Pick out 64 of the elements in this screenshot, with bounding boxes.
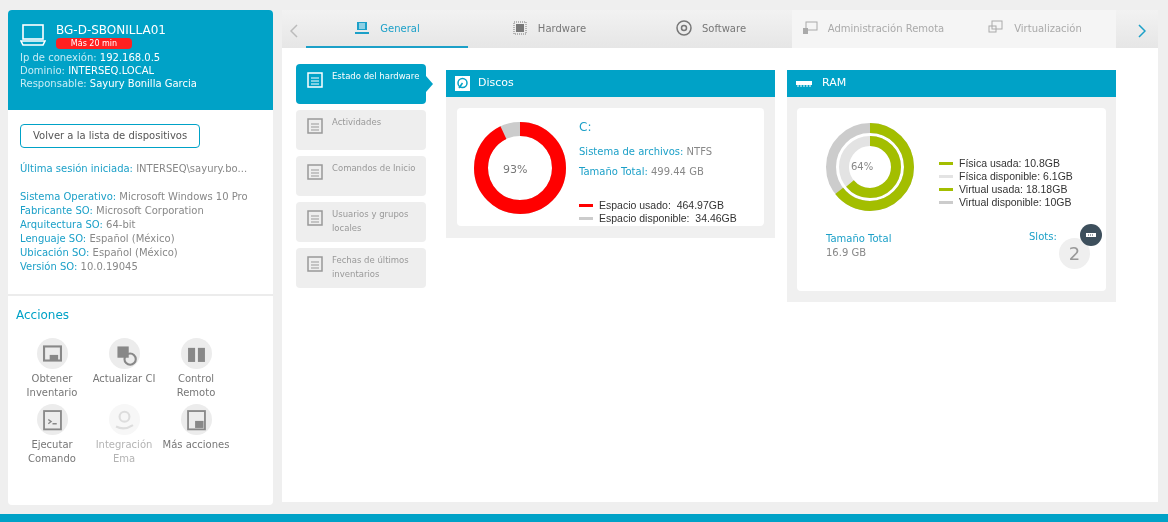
action-icon[interactable] — [36, 337, 68, 369]
ram-percent: 64% — [851, 160, 874, 174]
memory-module-icon — [796, 80, 812, 87]
disk-percent: 93% — [503, 162, 528, 178]
side-menu-item[interactable]: Actividades — [296, 110, 426, 150]
ram-title: RAM — [822, 75, 847, 92]
tab-icon — [511, 20, 528, 36]
tab-icon — [354, 20, 371, 36]
menu-icon — [306, 255, 324, 273]
os-info-line: Sistema Operativo: Microsoft Windows 10 Pro — [20, 189, 249, 204]
drive-letter: C: — [579, 119, 593, 136]
side-menu-item[interactable]: Estado del hardware — [296, 64, 426, 104]
tab-icon — [988, 20, 1005, 36]
action-icon[interactable] — [108, 337, 140, 369]
action-label[interactable]: Obtener Inventario — [18, 371, 86, 400]
menu-icon — [306, 209, 324, 227]
legend-text: Virtual usada: 18.18GB — [959, 183, 1068, 196]
os-info-line: Arquitectura SO: 64-bit — [20, 217, 137, 232]
action-label[interactable]: Más acciones — [162, 437, 230, 452]
menu-icon — [306, 117, 324, 135]
tab-icon — [801, 20, 818, 36]
tab[interactable]: Software — [630, 10, 792, 48]
side-menu-item[interactable]: Fechas de últimos inventarios — [296, 248, 426, 288]
side-menu-item[interactable]: Usuarios y grupos locales — [296, 202, 426, 242]
disk-info-line: Sistema de archivos: NTFS — [579, 145, 714, 159]
device-info-line: Responsable: Sayury Bonilla Garcia — [20, 77, 198, 90]
hard-disk-icon — [455, 76, 470, 91]
actions-title: Acciones — [16, 306, 71, 324]
legend-text: Virtual disponible: 10GB — [959, 196, 1072, 209]
total-size-label: Tamaño Total — [826, 232, 892, 246]
action-icon[interactable] — [36, 403, 68, 435]
action-label[interactable]: Ejecutar Comando — [18, 437, 86, 466]
chevron-right-icon[interactable] — [1138, 24, 1146, 38]
device-info-line: Ip de conexión: 192.168.0.5 — [20, 51, 162, 64]
legend-text: Física usada: 10.8GB — [959, 157, 1060, 170]
action-icon[interactable] — [180, 403, 212, 435]
tab[interactable]: Hardware — [468, 10, 630, 48]
os-info-line: Versión SO: 10.0.19045 — [20, 259, 139, 274]
last-session-text: Última sesión iniciada: INTERSEQ\sayury.bo... — [20, 161, 249, 176]
disks-title: Discos — [478, 75, 514, 92]
os-info-line: Fabricante SO: Microsoft Corporation — [20, 203, 205, 218]
action-icon[interactable] — [180, 337, 212, 369]
legend-text: Espacio usado: 464.97GB — [599, 199, 724, 212]
menu-icon — [306, 163, 324, 181]
back-to-list-button[interactable]: Volver a la lista de dispositivos — [20, 123, 201, 148]
action-label[interactable]: Actualizar CI — [90, 371, 158, 386]
device-info-line: Dominio: INTERSEQ.LOCAL — [20, 64, 156, 77]
slots-label: Slots: — [1029, 230, 1057, 244]
time-badge: Más 20 min — [56, 38, 132, 49]
total-size-value: 16.9 GB — [826, 246, 867, 260]
side-menu-item[interactable]: Comandos de Inicio — [296, 156, 426, 196]
os-info-line: Lenguaje SO: Español (México) — [20, 231, 176, 246]
tab-icon — [675, 20, 692, 36]
memory-badge-icon — [1080, 224, 1102, 246]
slots-count: 2 — [1059, 238, 1090, 269]
menu-icon — [306, 71, 324, 89]
legend-text: Física disponible: 6.1GB — [959, 170, 1073, 183]
tab[interactable]: General — [306, 10, 468, 48]
device-name: BG-D-SBONILLA01 — [56, 22, 166, 38]
action-label[interactable]: Control Remoto — [162, 371, 230, 400]
os-info-line: Ubicación SO: Español (México) — [20, 245, 179, 260]
legend-text: Espacio disponible: 34.46GB — [599, 212, 737, 225]
disk-info-line: Tamaño Total: 499.44 GB — [579, 165, 705, 179]
laptop-icon — [20, 24, 46, 46]
